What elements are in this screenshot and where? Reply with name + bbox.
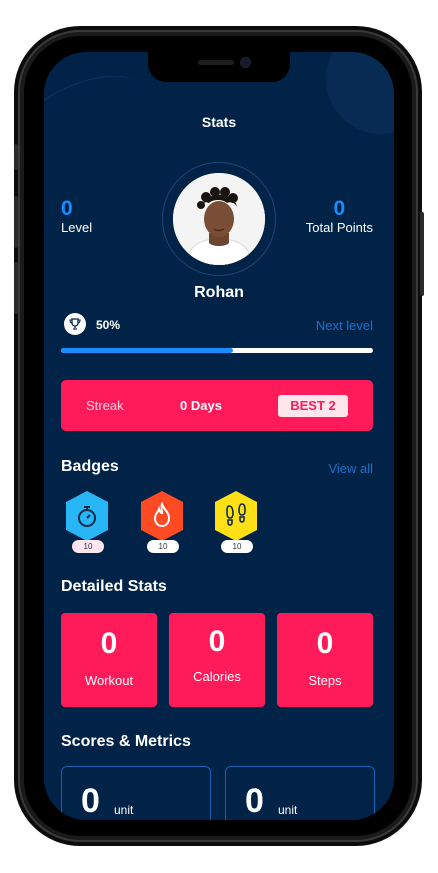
flame-icon <box>153 502 171 528</box>
workout-label: Workout <box>84 673 134 688</box>
badge-stopwatch[interactable]: 10 <box>64 490 110 553</box>
stopwatch-icon <box>78 506 96 527</box>
badge-flame[interactable]: 10 <box>139 490 185 553</box>
avatar-portrait <box>173 173 265 265</box>
phone-power-button <box>420 212 424 296</box>
level-progress-bar <box>61 348 373 353</box>
calories-label: Calories <box>193 669 241 684</box>
page-title: Stats <box>201 114 237 130</box>
detailed-stats-title: Detailed Stats <box>61 578 167 595</box>
metric-value: 0 <box>81 782 100 820</box>
level-stat: 0 Level <box>61 197 93 236</box>
next-level-link[interactable]: Next level <box>316 318 373 333</box>
phone-side-button <box>14 144 18 170</box>
scores-metrics-title: Scores & Metrics <box>61 733 191 750</box>
badge-count: 10 <box>147 540 179 553</box>
points-label: Total Points <box>305 220 373 235</box>
speaker-grille <box>198 60 234 65</box>
badges-title: Badges <box>61 458 119 475</box>
decorative-line <box>44 63 150 152</box>
badge-footprints[interactable]: 10 <box>213 490 259 553</box>
progress-percent: 50% <box>96 318 121 332</box>
metric-value: 0 <box>245 782 264 820</box>
metric-card[interactable]: 0 unit <box>225 766 375 820</box>
badge-count: 10 <box>72 540 104 553</box>
streak-banner: Streak 0 Days BEST 2 <box>61 380 373 431</box>
steps-value: 0 <box>316 627 334 660</box>
phone-volume-down <box>14 262 18 314</box>
phone-volume-up <box>14 196 18 248</box>
workout-value: 0 <box>100 627 118 660</box>
view-all-badges-link[interactable]: View all <box>328 461 373 476</box>
user-name: Rohan <box>194 284 244 301</box>
points-value: 0 <box>333 197 346 220</box>
points-stat: 0 Total Points <box>305 197 373 236</box>
level-progress-fill <box>61 348 233 353</box>
stat-card-workout[interactable]: 0 Workout <box>61 613 157 707</box>
app-screen: Stats 0 Level 0 Total Points Rohan 50% N… <box>44 52 394 820</box>
level-label: Level <box>61 220 93 235</box>
trophy-icon <box>64 313 86 335</box>
stat-card-calories[interactable]: 0 Calories <box>169 613 265 707</box>
avatar[interactable] <box>173 173 265 265</box>
front-camera <box>241 58 250 67</box>
badge-count: 10 <box>221 540 253 553</box>
calories-value: 0 <box>208 625 226 658</box>
metric-card[interactable]: 0 unit <box>61 766 211 820</box>
streak-days: 0 Days <box>180 398 222 413</box>
metric-unit: unit <box>114 803 134 817</box>
streak-label: Streak <box>86 398 124 413</box>
metric-unit: unit <box>278 803 298 817</box>
avatar-ring <box>162 162 276 276</box>
level-value: 0 <box>61 197 73 220</box>
device-notch <box>148 52 290 82</box>
steps-label: Steps <box>308 673 342 688</box>
footprints-icon <box>226 503 246 526</box>
best-streak-badge: BEST 2 <box>278 395 348 417</box>
stat-card-steps[interactable]: 0 Steps <box>277 613 373 707</box>
